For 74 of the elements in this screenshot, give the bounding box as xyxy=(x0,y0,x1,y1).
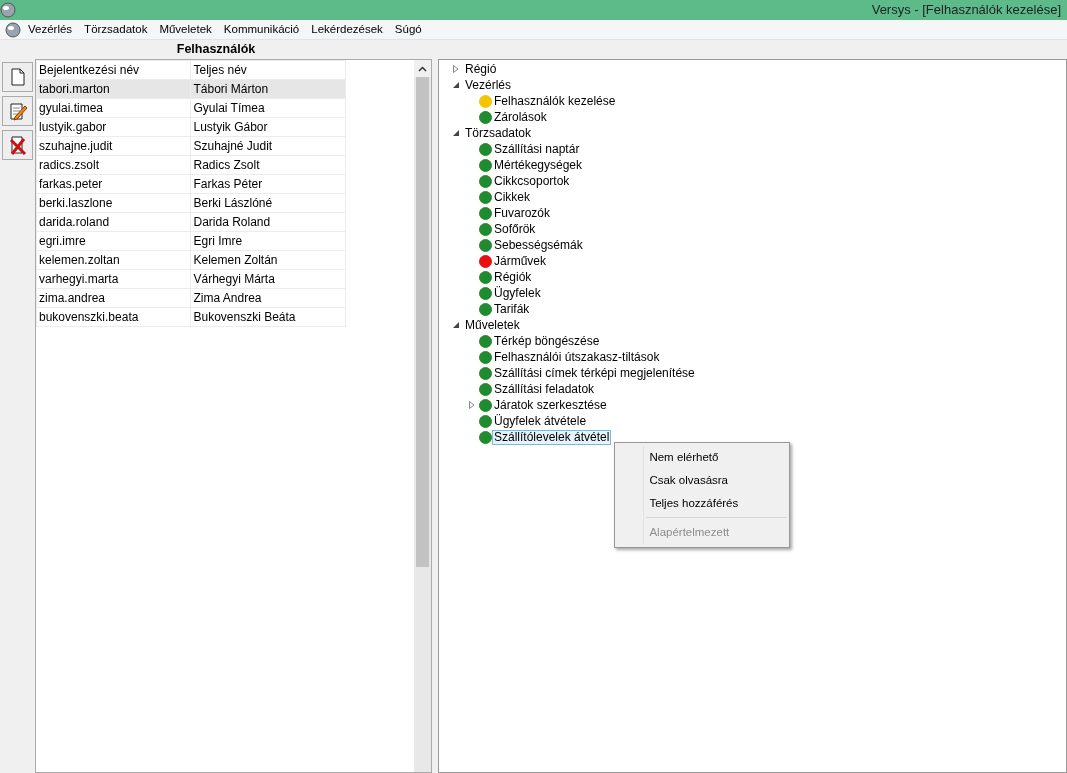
menu-item[interactable]: Csak olvasásra xyxy=(643,468,788,492)
tree-item[interactable]: Szállítási feladatok xyxy=(492,381,597,397)
tree-item[interactable]: Felhasználók kezelése xyxy=(492,93,618,109)
panel-title: Felhasználók xyxy=(176,42,256,56)
table-cell: gyulai.timea xyxy=(36,98,191,118)
tree-item[interactable]: Cikkek xyxy=(492,189,532,205)
new-button[interactable] xyxy=(2,62,33,92)
table-cell: Darida Roland xyxy=(191,212,346,232)
table-cell: Egri Imre xyxy=(191,231,346,251)
table-cell: Kelemen Zoltán xyxy=(191,250,346,270)
tree-item[interactable]: Ügyfelek átvétele xyxy=(492,413,589,429)
edit-document-icon xyxy=(7,101,28,121)
delete-button[interactable] xyxy=(2,130,33,160)
expander-icon[interactable] xyxy=(451,80,461,90)
menu-item[interactable]: Nem elérhető xyxy=(643,445,788,469)
table-cell: bukovenszki.beata xyxy=(36,307,191,327)
tree-item[interactable]: Régió xyxy=(463,61,499,77)
tree-item[interactable]: Mértékegységek xyxy=(492,157,585,173)
window-title: Versys - [Felhasználók kezelése] xyxy=(871,1,1062,20)
expander-icon[interactable] xyxy=(451,128,461,138)
tree-item[interactable]: Szállítási címek térképi megjelenítése xyxy=(492,365,697,381)
table-cell: Szuhajné Judit xyxy=(191,136,346,156)
table-cell: Radics Zsolt xyxy=(191,155,346,175)
app-icon xyxy=(0,2,16,18)
table-cell: radics.zsolt xyxy=(36,155,191,175)
menu-item[interactable]: Súgó xyxy=(388,20,428,39)
table-cell: Zima Andrea xyxy=(191,288,346,308)
table-cell: kelemen.zoltan xyxy=(36,250,191,270)
menu-item[interactable]: Lekérdezések xyxy=(305,20,389,39)
tree-item[interactable]: Sofőrök xyxy=(492,221,538,237)
tree-item[interactable]: Szállítólevelek átvétel xyxy=(492,429,612,445)
tree-item[interactable]: Sebességsémák xyxy=(492,237,585,253)
column-header[interactable]: Bejelentkezési név xyxy=(36,60,191,80)
table-cell: Gyulai Tímea xyxy=(191,98,346,118)
tree-item[interactable]: Szállítási naptár xyxy=(492,141,582,157)
table-cell: farkas.peter xyxy=(36,174,191,194)
tree-item[interactable]: Zárolások xyxy=(492,109,549,125)
menu-item[interactable]: Műveletek xyxy=(153,20,218,39)
table-cell: berki.laszlone xyxy=(36,193,191,213)
delete-document-icon xyxy=(7,135,28,155)
table-cell: Várhegyi Márta xyxy=(191,269,346,289)
menu-item[interactable]: Vezérlés xyxy=(22,20,79,39)
column-header[interactable]: Teljes név xyxy=(191,60,346,80)
menu-item[interactable]: Teljes hozzáférés xyxy=(643,491,788,515)
tree-item[interactable]: Régiók xyxy=(492,269,534,285)
edit-button[interactable] xyxy=(2,96,33,126)
table-cell: egri.imre xyxy=(36,231,191,251)
tree-item[interactable]: Járművek xyxy=(492,253,548,269)
table-cell: Lustyik Gábor xyxy=(191,117,346,137)
tree-item[interactable]: Törzsadatok xyxy=(463,125,534,141)
table-cell: lustyik.gabor xyxy=(36,117,191,137)
menu-item[interactable]: Törzsadatok xyxy=(78,20,154,39)
table-cell: zima.andrea xyxy=(36,288,191,308)
table-cell: tabori.marton xyxy=(36,79,191,99)
expander-icon[interactable] xyxy=(451,320,461,330)
tree-item[interactable]: Tarifák xyxy=(492,301,532,317)
tree-item[interactable]: Térkép böngészése xyxy=(492,333,602,349)
table-cell: Berki Lászlóné xyxy=(191,193,346,213)
scroll-up-icon[interactable] xyxy=(418,65,427,72)
scrollbar[interactable] xyxy=(414,60,431,772)
table-cell: darida.roland xyxy=(36,212,191,232)
table-cell: szuhajne.judit xyxy=(36,136,191,156)
table-cell: varhegyi.marta xyxy=(36,269,191,289)
tree-item[interactable]: Járatok szerkesztése xyxy=(492,397,609,413)
tree-item[interactable]: Műveletek xyxy=(463,317,522,333)
tree-item[interactable]: Fuvarozók xyxy=(492,205,553,221)
tree-item[interactable]: Cikkcsoportok xyxy=(492,173,572,189)
tree-item[interactable]: Ügyfelek xyxy=(492,285,543,301)
table-cell: Bukovenszki Beáta xyxy=(191,307,346,327)
tree-item[interactable]: Vezérlés xyxy=(463,77,514,93)
tree-item[interactable]: Felhasználói útszakasz-tiltások xyxy=(492,349,662,365)
menu-item[interactable]: Kommunikáció xyxy=(217,20,306,39)
app-menu-icon[interactable] xyxy=(4,21,22,38)
table-cell: Farkas Péter xyxy=(191,174,346,194)
